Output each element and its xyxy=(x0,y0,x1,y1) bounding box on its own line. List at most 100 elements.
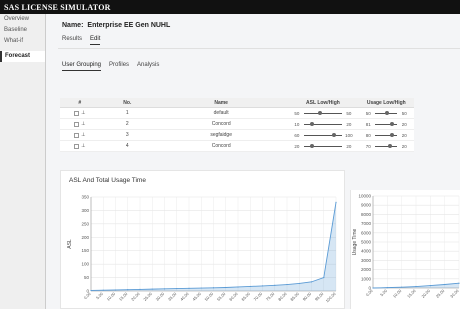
x-tick-label: 10.00 xyxy=(106,291,117,302)
x-tick-label: 10.00 xyxy=(392,288,403,299)
data-point xyxy=(372,287,374,289)
x-tick-label: 0.00 xyxy=(365,288,375,298)
table-row[interactable]: ⊥ 2 Concord 10 20 81 20 xyxy=(60,119,414,130)
usage-low-value: 50 xyxy=(365,111,371,116)
row-number: 1 xyxy=(125,110,129,116)
x-tick-label: 70.00 xyxy=(253,291,264,302)
y-tick-label: 5000 xyxy=(361,240,372,245)
slider-handle[interactable] xyxy=(390,133,395,137)
asl-low-value: 10 xyxy=(294,122,300,127)
y-tick-label: 6000 xyxy=(361,230,372,235)
asl-range-slider[interactable]: 50 50 xyxy=(287,108,358,119)
x-tick-label: 45.00 xyxy=(191,291,202,302)
table-row[interactable]: ⊥ 3 segfaidge 60 100 80 20 xyxy=(60,130,414,141)
divider xyxy=(58,48,460,49)
sidebar-item-overview[interactable]: Overview xyxy=(0,14,45,25)
usage-range-slider[interactable]: 70 20 xyxy=(359,141,414,152)
data-point xyxy=(151,288,153,290)
asl-high-value: 50 xyxy=(346,111,352,116)
tab-analysis[interactable]: Analysis xyxy=(137,62,159,71)
sidebar-item-forecast[interactable]: Forecast xyxy=(0,51,45,62)
data-point xyxy=(249,285,251,288)
usage-chart: 0100020003000400050006000700080009000100… xyxy=(352,194,460,299)
slider-handle[interactable] xyxy=(309,144,314,148)
asl-low-value: 50 xyxy=(294,111,300,116)
y-tick-label: 250 xyxy=(81,221,89,226)
data-point xyxy=(176,287,178,290)
x-tick-label: 0.00 xyxy=(83,291,93,301)
slider-handle[interactable] xyxy=(388,144,393,148)
slider-track[interactable] xyxy=(375,111,398,115)
name-value: Enterprise EE Gen NUHL xyxy=(87,22,171,29)
data-point xyxy=(225,286,227,289)
move-icon[interactable]: ⊥ xyxy=(81,108,85,119)
data-point xyxy=(298,282,300,285)
usage-high-value: 20 xyxy=(401,133,407,138)
data-point xyxy=(200,287,202,289)
usage-range-slider[interactable]: 81 20 xyxy=(359,119,414,130)
asl-range-slider[interactable]: 10 20 xyxy=(287,119,358,130)
data-point xyxy=(102,289,104,291)
slider-handle[interactable] xyxy=(390,122,395,126)
data-point xyxy=(458,282,460,284)
table-row[interactable]: ⊥ 1 default 50 50 50 50 xyxy=(60,108,414,119)
asl-low-value: 60 xyxy=(294,133,300,138)
sidebar: Overview Baseline What-if Forecast xyxy=(0,14,46,309)
row-checkbox[interactable] xyxy=(74,133,80,138)
x-tick-label: 65.00 xyxy=(240,291,251,302)
sidebar-item-baseline[interactable]: Baseline xyxy=(0,25,45,36)
tab-user-grouping[interactable]: User Grouping xyxy=(62,62,102,71)
slider-handle[interactable] xyxy=(384,111,389,115)
asl-low-value: 20 xyxy=(294,144,300,149)
row-checkbox[interactable] xyxy=(74,122,80,127)
x-tick-label: 55.00 xyxy=(216,291,227,302)
table-row[interactable]: ⊥ 4 Concord 20 20 70 20 xyxy=(60,141,414,152)
tab-profiles[interactable]: Profiles xyxy=(109,62,129,71)
move-icon[interactable]: ⊥ xyxy=(81,141,85,152)
data-point xyxy=(415,285,417,288)
slider-track[interactable] xyxy=(303,133,342,137)
asl-range-slider[interactable]: 20 20 xyxy=(287,141,358,152)
y-axis-label: ASL xyxy=(67,239,73,249)
data-point xyxy=(261,285,264,287)
usage-range-slider[interactable]: 80 20 xyxy=(359,130,414,141)
x-tick-label: 60.00 xyxy=(228,291,239,302)
slider-track[interactable] xyxy=(375,144,398,148)
usage-range-slider[interactable]: 50 50 xyxy=(359,108,414,119)
slider-track[interactable] xyxy=(303,122,342,126)
x-tick-label: 15.00 xyxy=(118,291,129,302)
slider-track[interactable] xyxy=(303,144,342,148)
user-group-table: # No. Name ASL Low/High Usage Low/High ⊥… xyxy=(60,98,414,152)
slider-handle[interactable] xyxy=(332,133,337,137)
data-point xyxy=(310,281,313,283)
tab-results[interactable]: Results xyxy=(62,36,82,45)
asl-range-slider[interactable]: 60 100 xyxy=(287,130,358,141)
move-icon[interactable]: ⊥ xyxy=(81,130,85,141)
data-point xyxy=(127,289,129,291)
row-checkbox[interactable] xyxy=(74,111,80,116)
slider-track[interactable] xyxy=(375,133,398,137)
y-tick-label: 8000 xyxy=(361,212,372,217)
slider-track[interactable] xyxy=(375,122,398,126)
x-tick-label: 25.00 xyxy=(142,291,153,302)
data-point xyxy=(114,289,117,291)
usage-low-value: 81 xyxy=(365,122,371,127)
slider-handle[interactable] xyxy=(318,111,323,115)
row-name: Concord xyxy=(211,143,231,149)
usage-chart-panel: 0 1000 2000 3000 4000 5000 6000 7000 8000 9000 100… xyxy=(350,190,460,309)
table-body: ⊥ 1 default 50 50 50 50 ⊥ 2 Concord 10 20 81 20 ⊥ 3 segf… xyxy=(60,108,414,152)
row-checkbox[interactable] xyxy=(74,144,80,149)
table-header: # No. Name ASL Low/High Usage Low/High xyxy=(60,98,414,108)
col-header-asl: ASL Low/High xyxy=(306,100,340,106)
tab-edit[interactable]: Edit xyxy=(90,36,101,45)
move-icon[interactable]: ⊥ xyxy=(81,119,85,130)
y-tick-label: 200 xyxy=(81,235,89,240)
y-tick-label: 4000 xyxy=(361,249,372,254)
x-tick-label: 50.00 xyxy=(204,291,215,302)
sidebar-item-what-if[interactable]: What-if xyxy=(0,36,45,47)
row-number: 4 xyxy=(125,143,129,149)
slider-handle[interactable] xyxy=(309,122,314,126)
data-point xyxy=(386,287,388,289)
asl-high-value: 20 xyxy=(346,144,352,149)
slider-track[interactable] xyxy=(303,111,342,115)
